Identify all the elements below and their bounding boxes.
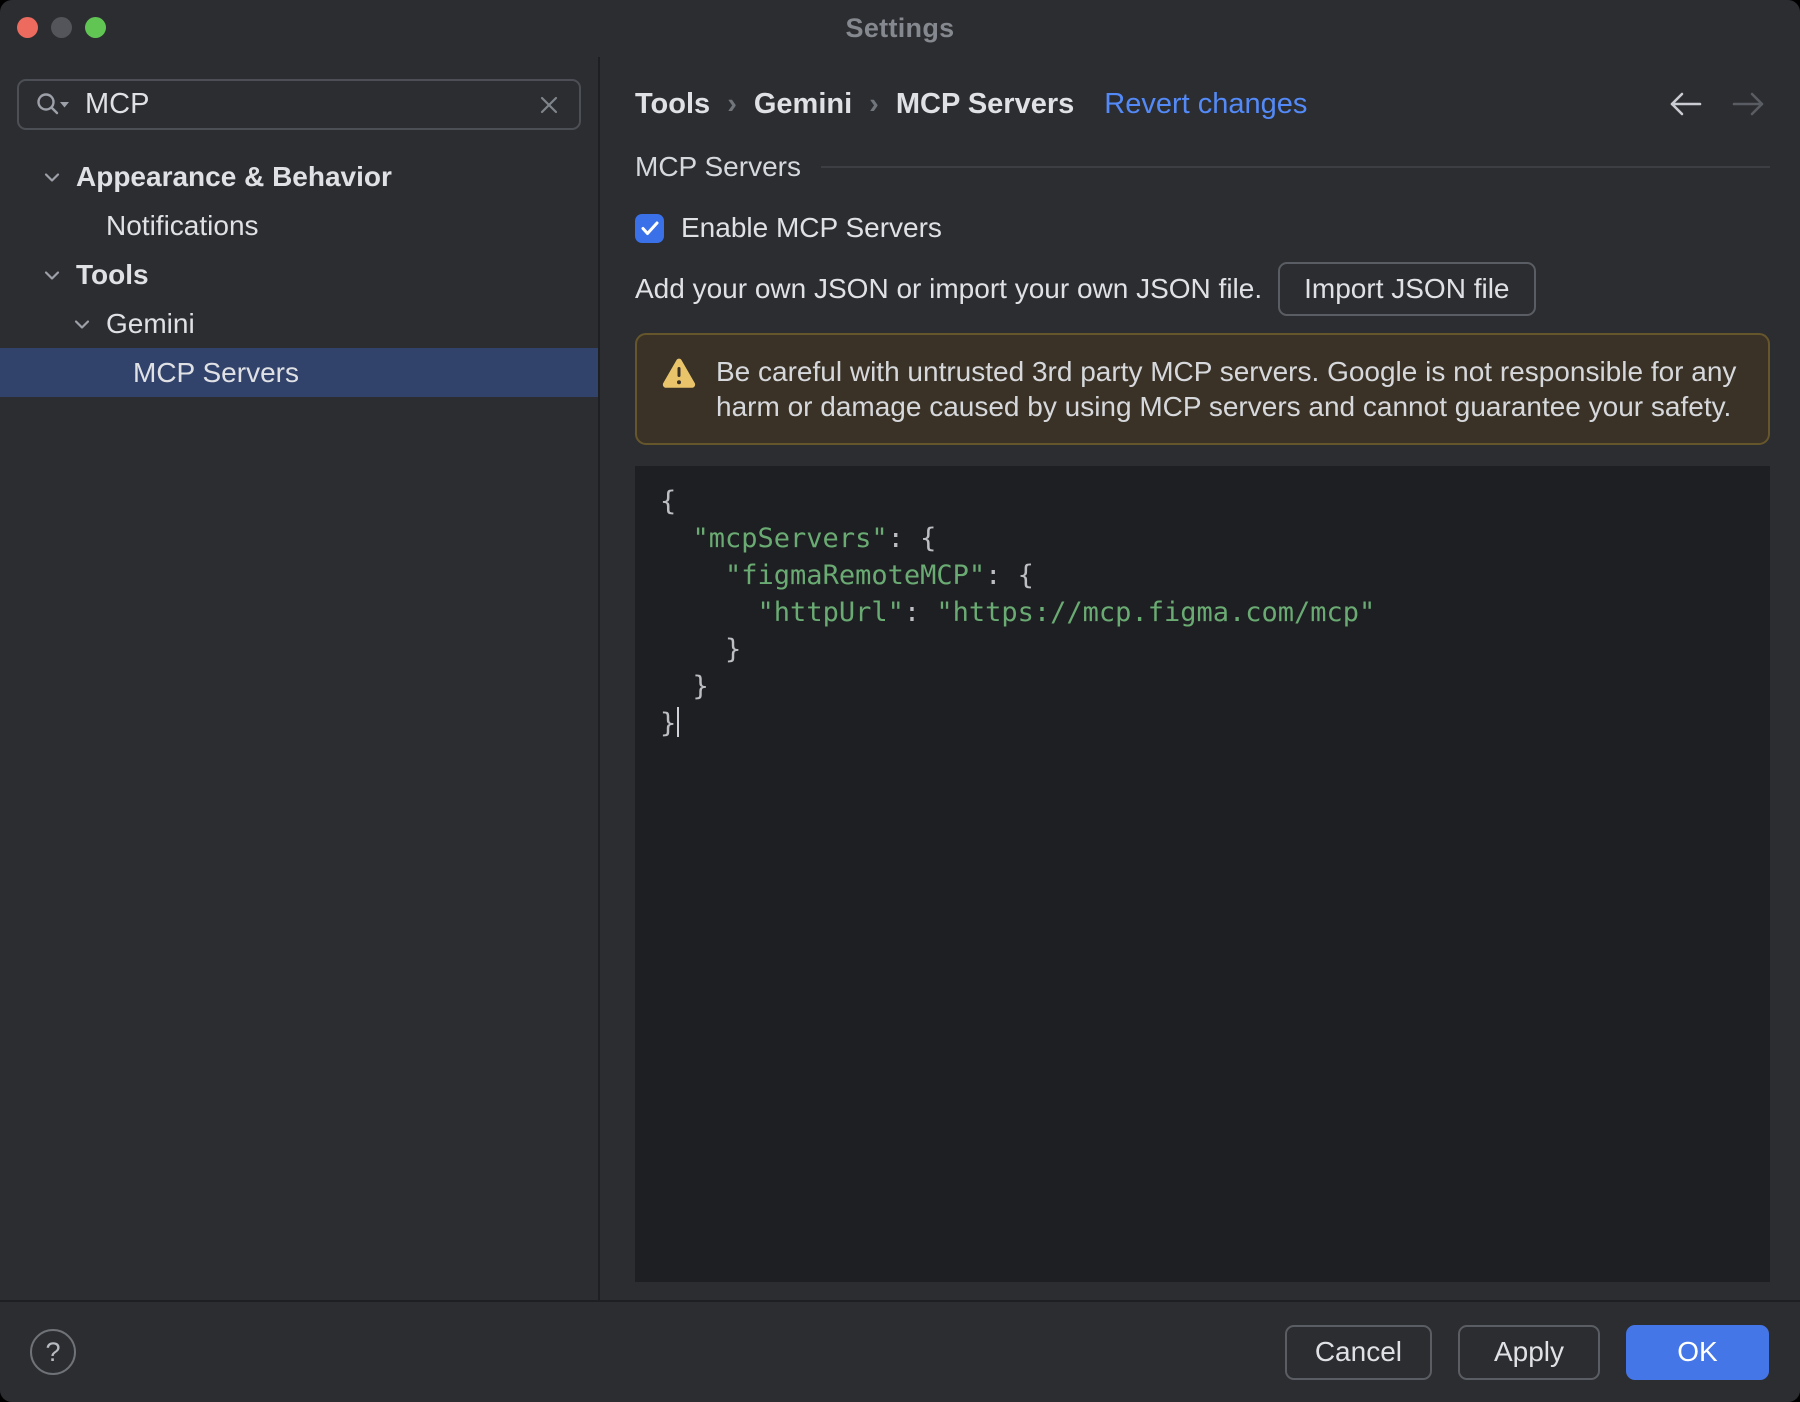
bottom-bar: ? Cancel Apply OK xyxy=(0,1300,1800,1402)
forward-arrow-icon[interactable] xyxy=(1730,90,1770,118)
zoom-button[interactable] xyxy=(85,17,106,38)
revert-changes-link[interactable]: Revert changes xyxy=(1104,88,1307,121)
help-icon[interactable]: ? xyxy=(30,1329,76,1375)
cancel-button[interactable]: Cancel xyxy=(1284,1324,1432,1380)
breadcrumb-separator: › xyxy=(869,87,879,120)
search-input[interactable] xyxy=(83,87,537,122)
sidebar-item-tools[interactable]: Tools xyxy=(0,250,598,299)
section-title: MCP Servers xyxy=(635,151,801,182)
enable-mcp-row: Enable MCP Servers xyxy=(635,210,1770,246)
settings-window: Settings Appearance & BehaviorNotifi xyxy=(0,0,1800,1402)
section-divider xyxy=(820,166,1770,168)
sidebar-item-label: MCP Servers xyxy=(133,356,299,388)
dialog-buttons: Cancel Apply OK xyxy=(1284,1324,1769,1380)
traffic-lights xyxy=(17,17,106,38)
import-row: Add your own JSON or import your own JSO… xyxy=(635,262,1770,316)
text-caret xyxy=(677,707,680,737)
close-button[interactable] xyxy=(17,17,38,38)
enable-mcp-checkbox[interactable] xyxy=(635,213,664,243)
breadcrumb-items: Tools › Gemini › MCP Servers xyxy=(635,88,1074,121)
content-area: Appearance & Behavior Notifications Tools G… xyxy=(0,57,1800,1300)
sidebar-item-label: Appearance & Behavior xyxy=(76,160,392,192)
ok-button[interactable]: OK xyxy=(1626,1324,1769,1380)
code-line: } xyxy=(660,671,709,702)
section-header: MCP Servers xyxy=(635,150,1770,184)
breadcrumb-separator: › xyxy=(727,87,737,120)
import-json-button[interactable]: Import JSON file xyxy=(1278,262,1536,316)
breadcrumb-item-mcp-servers[interactable]: MCP Servers xyxy=(896,88,1074,121)
breadcrumb-item-gemini[interactable]: Gemini xyxy=(754,88,852,121)
code-line: { xyxy=(660,486,677,517)
code-line: "figmaRemoteMCP": { xyxy=(725,560,1034,591)
chevron-down-icon[interactable] xyxy=(70,312,94,336)
history-nav xyxy=(1664,90,1770,118)
json-editor[interactable]: { "mcpServers": { "figmaRemoteMCP": { "h… xyxy=(635,466,1770,1282)
warning-icon xyxy=(662,358,696,388)
chevron-down-icon[interactable] xyxy=(40,165,64,189)
import-hint: Add your own JSON or import your own JSO… xyxy=(635,273,1263,304)
search-icon[interactable] xyxy=(35,91,69,119)
window-title: Settings xyxy=(845,13,955,43)
breadcrumb-item-tools[interactable]: Tools xyxy=(635,88,710,121)
clear-search-icon[interactable] xyxy=(537,93,561,117)
main-panel: Tools › Gemini › MCP Servers Revert changes … xyxy=(600,57,1800,1300)
breadcrumb: Tools › Gemini › MCP Servers Revert changes xyxy=(635,86,1770,122)
sidebar-item-notifications[interactable]: Notifications xyxy=(0,201,598,250)
sidebar: Appearance & Behavior Notifications Tools G… xyxy=(0,57,600,1300)
settings-tree: Appearance & Behavior Notifications Tools G… xyxy=(0,152,598,397)
chevron-down-icon[interactable] xyxy=(40,263,64,287)
code-line: "mcpServers": { xyxy=(692,523,937,554)
sidebar-item-mcp-servers[interactable]: MCP Servers xyxy=(0,348,598,397)
sidebar-item-appearance-behavior[interactable]: Appearance & Behavior xyxy=(0,152,598,201)
settings-search-box[interactable] xyxy=(17,79,581,130)
warning-text: Be careful with untrusted 3rd party MCP … xyxy=(716,356,1737,422)
code-line: } xyxy=(660,634,742,665)
code-line: "httpUrl": "https://mcp.figma.com/mcp" xyxy=(757,597,1376,628)
sidebar-item-label: Notifications xyxy=(106,209,259,241)
checkmark-icon xyxy=(641,221,658,235)
code-line: } xyxy=(660,705,1750,742)
sidebar-item-label: Gemini xyxy=(106,307,195,339)
minimize-button[interactable] xyxy=(51,17,72,38)
sidebar-item-gemini[interactable]: Gemini xyxy=(0,299,598,348)
back-arrow-icon[interactable] xyxy=(1664,90,1704,118)
sidebar-item-label: Tools xyxy=(76,258,149,290)
apply-button[interactable]: Apply xyxy=(1458,1324,1600,1380)
enable-mcp-label: Enable MCP Servers xyxy=(681,212,942,243)
warning-banner: Be careful with untrusted 3rd party MCP … xyxy=(635,333,1770,445)
title-bar: Settings xyxy=(0,0,1800,57)
